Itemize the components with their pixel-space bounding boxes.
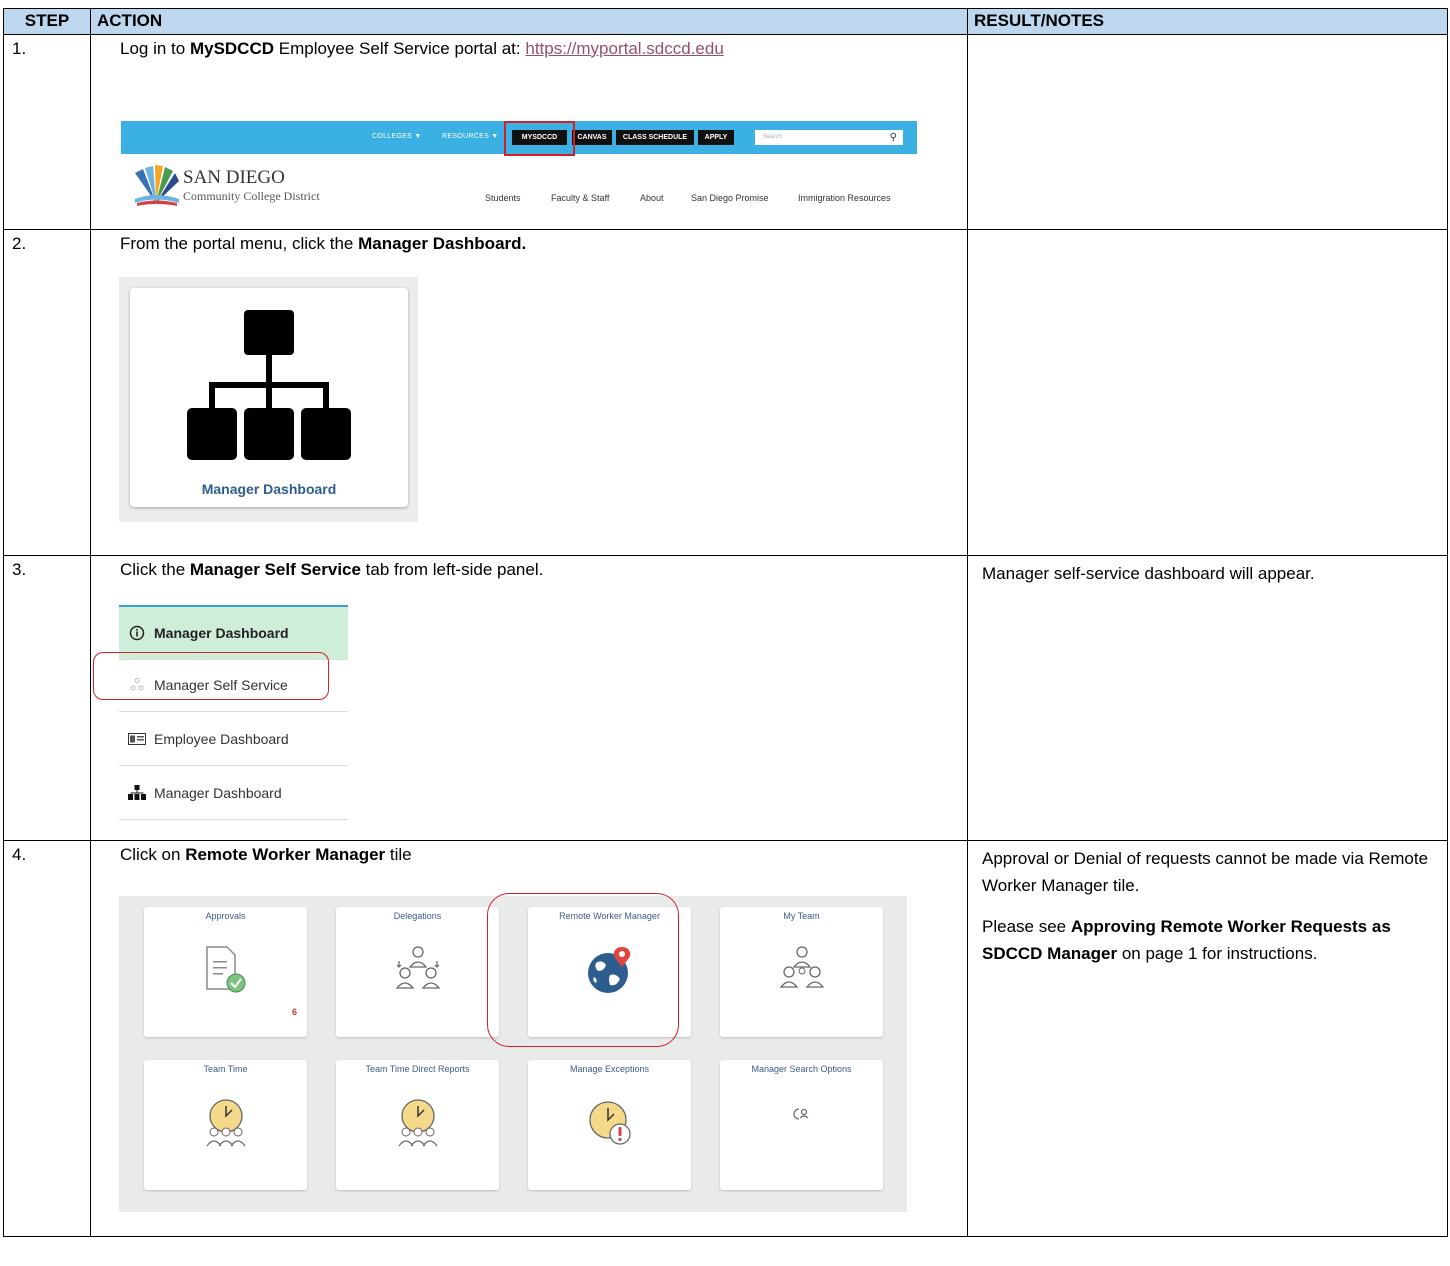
class-schedule-button[interactable]: CLASS SCHEDULE: [616, 130, 694, 145]
tile-title: Approvals: [205, 911, 246, 921]
step-number: 1.: [3, 34, 91, 230]
header-action: ACTION: [90, 8, 968, 35]
result-reference: Please see Approving Remote Worker Reque…: [982, 913, 1433, 967]
instruction-text: tab from left-side panel.: [360, 560, 544, 579]
tile-team-time[interactable]: Team Time: [144, 1060, 307, 1190]
table-header-row: STEP ACTION RESULT/NOTES: [3, 8, 1448, 35]
approvals-count: 6: [291, 1007, 297, 1017]
instruction-text: From the portal menu, click the: [120, 234, 359, 253]
panel-item-employee-dashboard[interactable]: Employee Dashboard: [119, 713, 348, 766]
step-result: [967, 229, 1448, 556]
result-note: Approval or Denial of requests cannot be…: [982, 849, 1429, 895]
logo-name: SAN DIEGO: [183, 167, 285, 188]
apply-button[interactable]: APPLY: [698, 130, 734, 145]
step-instruction: From the portal menu, click the Manager …: [120, 234, 526, 254]
instruction-bold: Manager Self Service: [189, 560, 361, 579]
tile-manage-exceptions[interactable]: Manage Exceptions: [528, 1060, 691, 1190]
portal-site-screenshot: COLLEGES ▼ RESOURCES ▼ MYSDCCD CANVAS CL…: [121, 121, 917, 217]
info-circle-icon: [128, 624, 146, 642]
panel-item-label: Employee Dashboard: [154, 731, 289, 747]
link-about[interactable]: About: [640, 193, 664, 203]
logo-subtitle: Community College District: [183, 189, 320, 203]
tile-title: My Team: [783, 911, 820, 921]
link-immigration-resources[interactable]: Immigration Resources: [798, 193, 891, 203]
result-text: Please see: [982, 917, 1071, 936]
header-result: RESULT/NOTES: [967, 8, 1448, 35]
tile-my-team[interactable]: My Team: [720, 907, 883, 1037]
link-students[interactable]: Students: [485, 193, 521, 203]
step-action: From the portal menu, click the Manager …: [90, 229, 968, 556]
tile-team-time-direct-reports[interactable]: Team Time Direct Reports: [336, 1060, 499, 1190]
document-check-icon: [205, 946, 245, 993]
link-faculty-staff[interactable]: Faculty & Staff: [551, 193, 609, 203]
panel-item-label: Manager Dashboard: [154, 785, 282, 801]
step-result: Approval or Denial of requests cannot be…: [967, 840, 1448, 1237]
sdccd-logo-icon: [135, 165, 179, 206]
instruction-text: tile: [385, 845, 412, 864]
step-action: Click on Remote Worker Manager tile Appr…: [90, 840, 968, 1237]
step-instruction: Click the Manager Self Service tab from …: [120, 560, 543, 580]
highlight-box: [504, 121, 575, 156]
tile-manager-search-options[interactable]: Manager Search Options: [720, 1060, 883, 1190]
highlight-box: [93, 652, 329, 700]
delegation-people-icon: [395, 946, 440, 989]
manager-dashboard-tile[interactable]: Manager Dashboard: [130, 288, 408, 507]
org-chart-icon: [187, 310, 351, 460]
tile-approvals[interactable]: Approvals 6: [144, 907, 307, 1037]
team-people-icon: [779, 946, 824, 988]
step-instruction: Click on Remote Worker Manager tile: [120, 845, 412, 865]
portal-link[interactable]: https://myportal.sdccd.edu: [525, 39, 723, 58]
search-placeholder: Search: [763, 134, 783, 140]
steps-table: STEP ACTION RESULT/NOTES 1. Log in to My…: [3, 8, 1448, 1237]
step-result: Manager self-service dashboard will appe…: [967, 555, 1448, 841]
panel-item-label: Manager Dashboard: [154, 625, 289, 641]
org-chart-icon: [128, 784, 146, 802]
instruction-text: Log in to: [120, 39, 190, 58]
search-person-icon: [792, 1108, 808, 1120]
step-number: 2.: [3, 229, 91, 556]
panel-item-manager-dashboard-2[interactable]: Manager Dashboard: [119, 767, 348, 820]
table-row: 1. Log in to MySDCCD Employee Self Servi…: [3, 34, 1448, 230]
nav-resources[interactable]: RESOURCES ▼: [442, 133, 499, 140]
instruction-text: Click on: [120, 845, 186, 864]
table-row: 3. Click the Manager Self Service tab fr…: [3, 555, 1448, 841]
canvas-button[interactable]: CANVAS: [572, 130, 612, 145]
tile-title: Manage Exceptions: [569, 1064, 650, 1074]
clock-people-icon: [206, 1099, 245, 1147]
clock-people-icon: [398, 1099, 437, 1147]
step-action: Log in to MySDCCD Employee Self Service …: [90, 34, 968, 230]
result-text: on page 1 for instructions.: [1117, 944, 1318, 963]
tile-delegations[interactable]: Delegations: [336, 907, 499, 1037]
link-san-diego-promise[interactable]: San Diego Promise: [691, 193, 769, 203]
step-result: [967, 34, 1448, 230]
tile-title: Manager Search Options: [751, 1064, 852, 1074]
clock-alert-icon: [588, 1101, 631, 1145]
table-row: 4. Click on Remote Worker Manager tile A…: [3, 840, 1448, 1237]
tile-label: Manager Dashboard: [201, 481, 337, 497]
step-instruction: Log in to MySDCCD Employee Self Service …: [120, 39, 724, 59]
table-row: 2. From the portal menu, click the Manag…: [3, 229, 1448, 556]
step-action: Click the Manager Self Service tab from …: [90, 555, 968, 841]
search-icon[interactable]: ⚲: [890, 130, 897, 145]
site-search-input[interactable]: Search ⚲: [755, 130, 903, 145]
step-number: 4.: [3, 840, 91, 1237]
nav-colleges[interactable]: COLLEGES ▼: [372, 133, 422, 140]
highlight-box: [487, 893, 679, 1047]
id-card-icon: [128, 730, 146, 748]
left-side-panel: Manager Dashboard Manager Self Service E…: [119, 605, 348, 826]
tile-title: Team Time Direct Reports: [365, 1064, 470, 1074]
step-number: 3.: [3, 555, 91, 841]
instruction-bold: Manager Dashboard.: [358, 234, 527, 253]
instruction-text: Click the: [120, 560, 190, 579]
instruction-text: Employee Self Service portal at:: [274, 39, 526, 58]
manager-dashboard-screenshot: Manager Dashboard: [119, 277, 418, 522]
instruction-bold: Remote Worker Manager: [185, 845, 386, 864]
instruction-bold: MySDCCD: [189, 39, 275, 58]
tile-title: Team Time: [203, 1064, 248, 1074]
tile-title: Delegations: [393, 911, 442, 921]
header-step: STEP: [3, 8, 91, 35]
